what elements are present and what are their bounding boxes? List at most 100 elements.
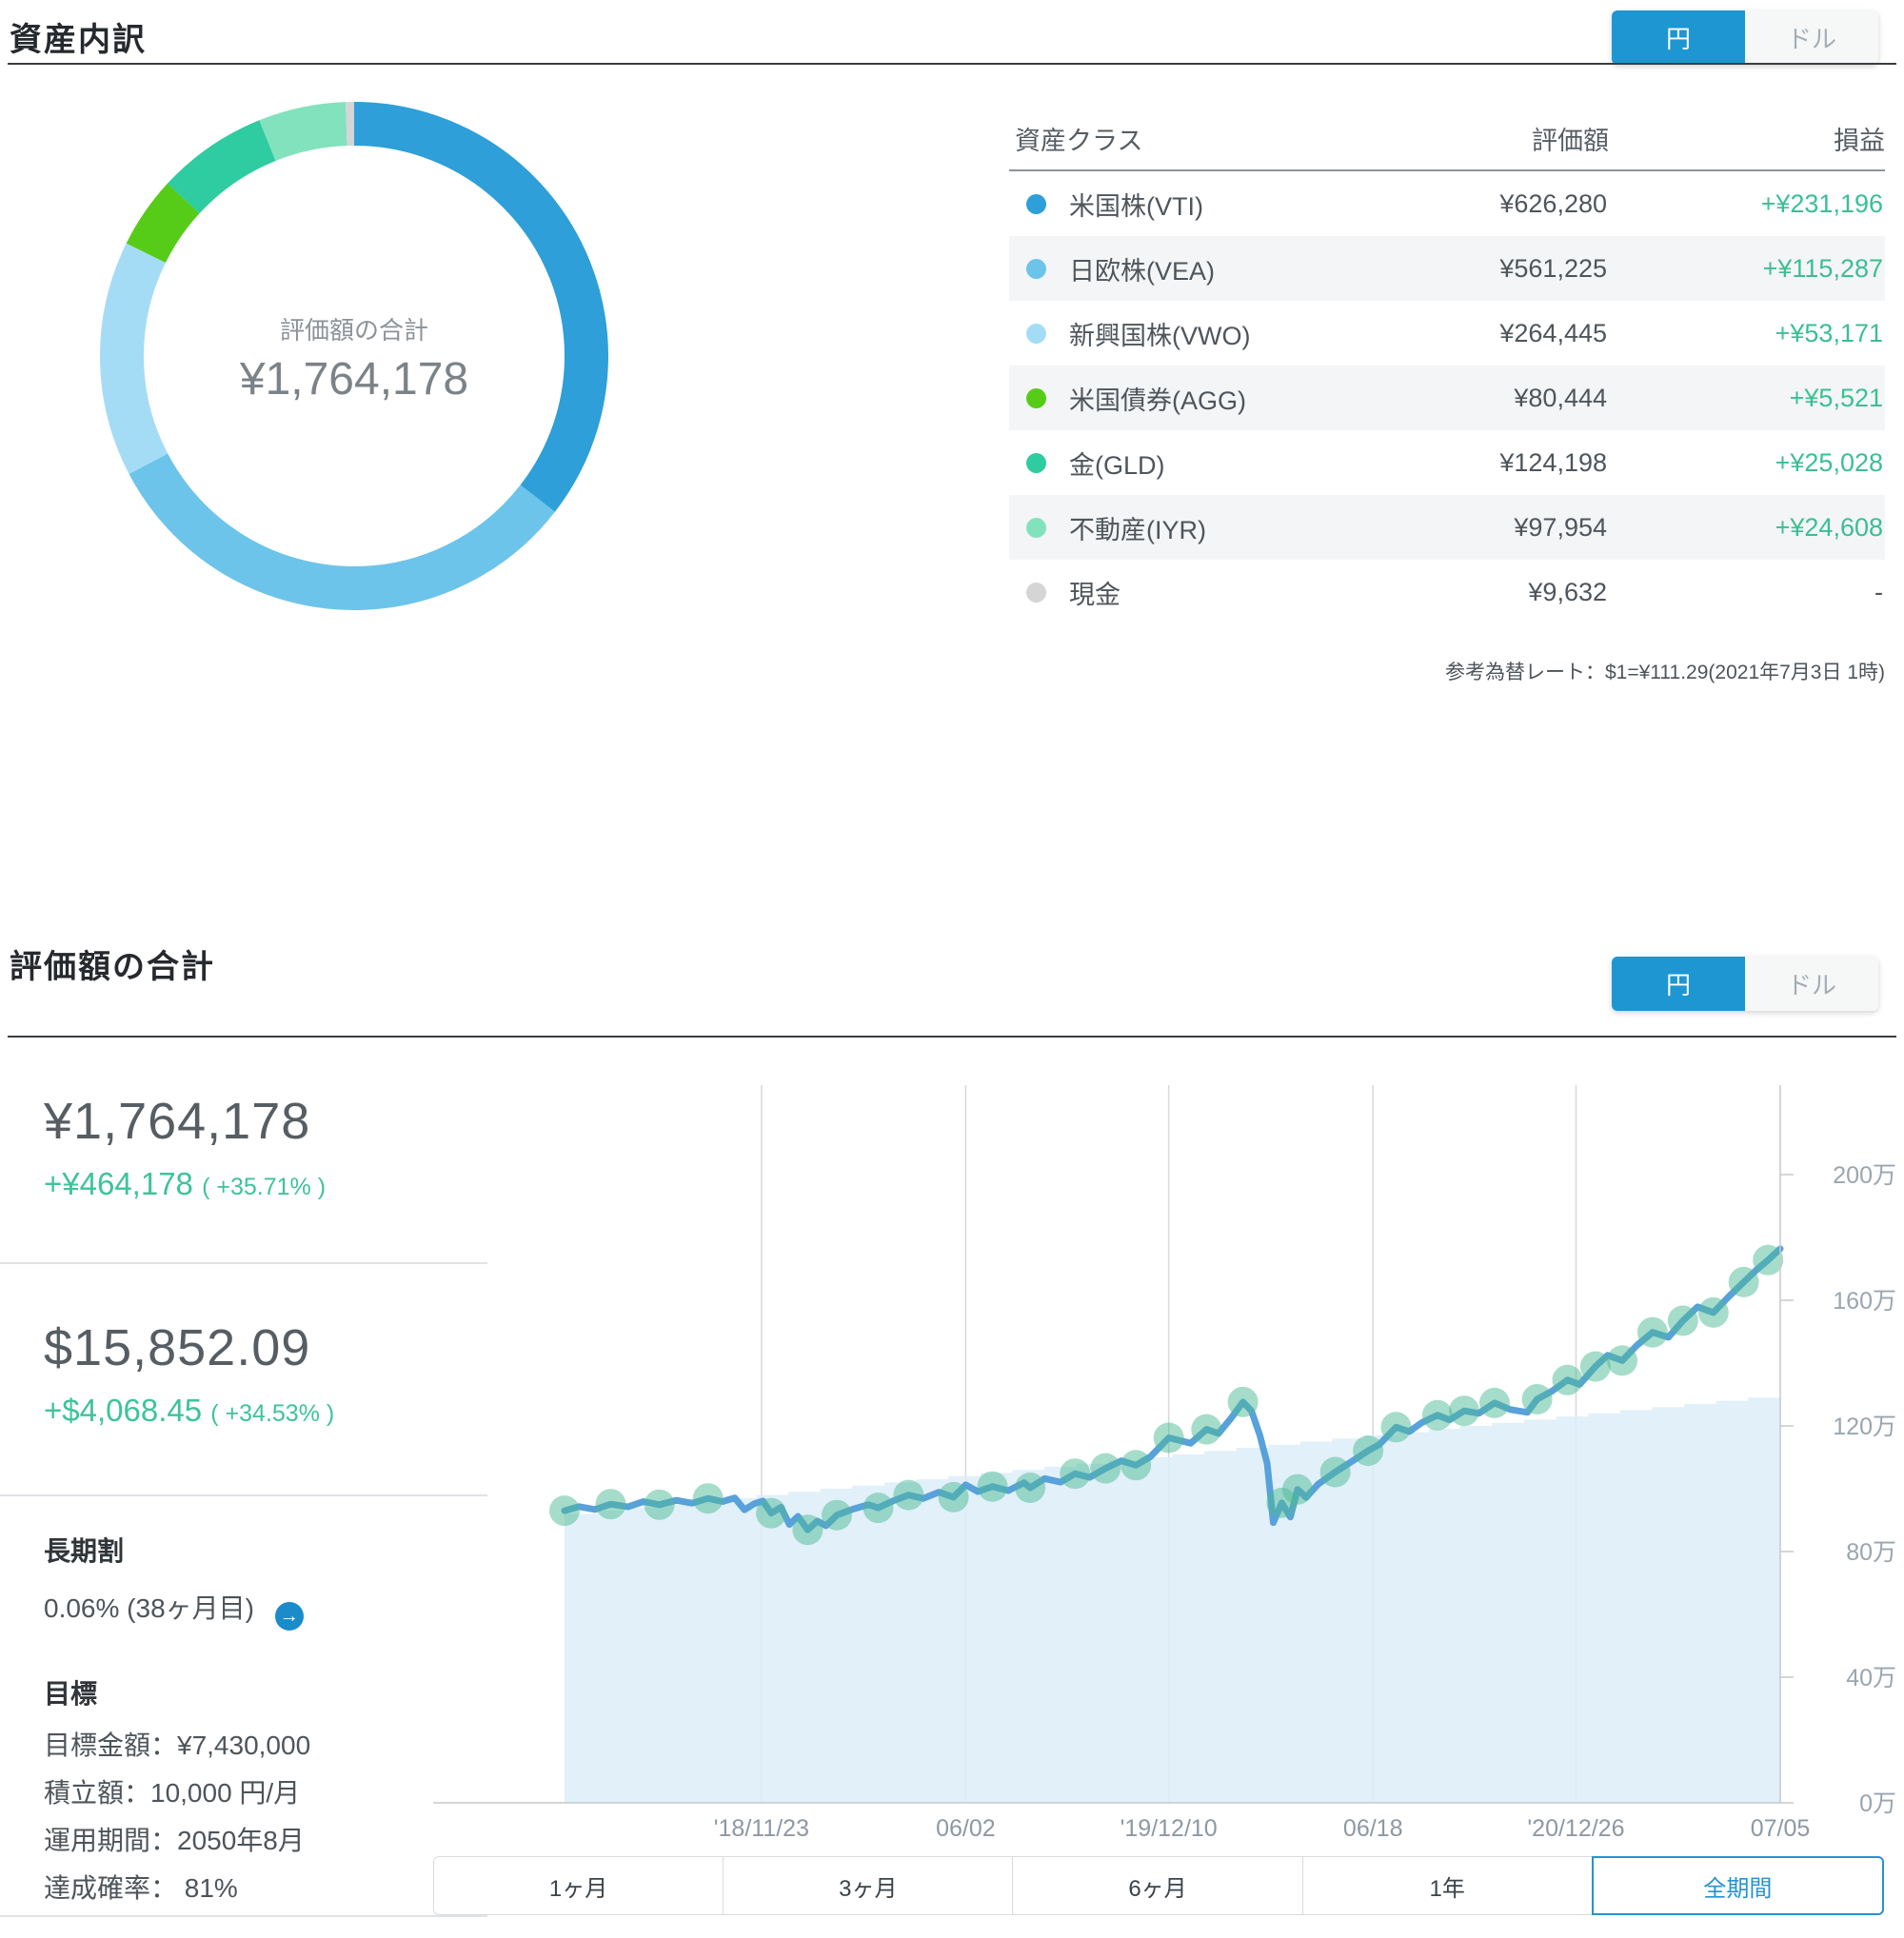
table-row: 日欧株(VEA) ¥561,225 +¥115,287: [1009, 236, 1885, 301]
asset-label-cell: 金(GLD): [1009, 445, 1293, 482]
total-value-usd: $15,852.09: [44, 1319, 311, 1376]
choki-title: 長期割: [44, 1536, 125, 1566]
currency-toggle-assets: 円 ドル: [1612, 10, 1878, 65]
asset-table: 資産クラス 評価額 損益 米国株(VTI) ¥626,280 +¥231,196 日欧…: [1009, 107, 1885, 624]
asset-name: 金(GLD): [1069, 450, 1165, 480]
deposit-dot: [863, 1493, 894, 1524]
asset-value-cell: ¥124,198: [1499, 447, 1607, 477]
header-gain: 損益: [1834, 126, 1885, 155]
asset-table-header: 資産クラス 評価額 損益: [1009, 107, 1885, 169]
deposit-dot: [549, 1495, 580, 1527]
y-tick-label: 0万: [1859, 1790, 1896, 1817]
gain-amount-usd: +$4,068.45: [44, 1393, 203, 1428]
deposit-dot: [977, 1471, 1008, 1502]
dollar-toggle-button[interactable]: ドル: [1745, 10, 1878, 65]
deposit-dot: [1579, 1351, 1611, 1382]
period-button-3ヶ月[interactable]: 3ヶ月: [723, 1856, 1014, 1915]
deposit-dot: [1636, 1316, 1668, 1348]
x-tick-label: '20/12/26: [1527, 1815, 1624, 1842]
asset-name: 現金: [1069, 580, 1121, 609]
panel-divider-3: [0, 1915, 487, 1917]
asset-color-dot-icon: [1026, 193, 1046, 214]
asset-name: 米国債券(AGG): [1069, 386, 1246, 415]
table-row: 米国株(VTI) ¥626,280 +¥231,196: [1009, 171, 1885, 236]
asset-label-cell: 現金: [1009, 574, 1293, 611]
y-tick-label: 80万: [1846, 1539, 1896, 1566]
deposit-dot: [1015, 1473, 1046, 1503]
asset-color-dot-icon: [1026, 387, 1046, 408]
choki-value: 0.06% (38ヶ月目): [44, 1593, 254, 1623]
deposit-dot: [1753, 1244, 1784, 1276]
asset-gain-cell: +¥53,171: [1775, 318, 1883, 347]
period-selector: 1ヶ月 3ヶ月 6ヶ月 1年 全期間: [433, 1856, 1885, 1915]
asset-color-dot-icon: [1026, 582, 1046, 603]
deposit-dot: [1667, 1305, 1698, 1336]
deposit-dot: [1478, 1387, 1510, 1418]
assets-section-title: 資産内訳: [10, 22, 147, 58]
exchange-rate-note: 参考為替レート：$1=¥111.29(2021年7月3日 1時): [1445, 662, 1885, 683]
gain-amount-yen: +¥464,178: [44, 1166, 193, 1201]
panel-divider-2: [0, 1494, 487, 1496]
header-valuation: 評価額: [1532, 126, 1609, 155]
goal-probability: 達成確率： 81%: [44, 1873, 238, 1903]
deposit-dot: [1060, 1458, 1091, 1490]
portfolio-value-chart: 0万 40万 80万 120万 160万 200万 '18/11/23 06/02 '19/12…: [433, 1085, 1896, 1842]
table-row: 米国債券(AGG) ¥80,444 +¥5,521: [1009, 366, 1885, 430]
arrow-right-icon[interactable]: →: [274, 1602, 304, 1631]
asset-color-dot-icon: [1026, 258, 1046, 279]
x-tick-label: '19/12/10: [1121, 1815, 1218, 1842]
x-tick-label: 06/18: [1343, 1815, 1403, 1842]
asset-value-cell: ¥264,445: [1499, 318, 1607, 347]
asset-label-cell: 米国債券(AGG): [1009, 380, 1293, 417]
total-section-title: 評価額の合計: [10, 949, 215, 985]
deposit-dot: [1421, 1399, 1453, 1431]
deposit-dot: [692, 1483, 724, 1514]
asset-gain-cell: +¥24,608: [1775, 512, 1883, 542]
asset-label-cell: 不動産(IYR): [1009, 509, 1293, 546]
period-button-1ヶ月[interactable]: 1ヶ月: [433, 1856, 724, 1915]
asset-name: 不動産(IYR): [1069, 515, 1206, 544]
table-row: 新興国株(VWO) ¥264,445 +¥53,171: [1009, 301, 1885, 366]
header-asset-class: 資産クラス: [1015, 126, 1143, 155]
donut-center-label: 評価額の合計: [280, 316, 428, 345]
asset-label-cell: 米国株(VTI): [1009, 186, 1293, 223]
deposit-dot: [792, 1514, 823, 1546]
deposit-dot: [1697, 1296, 1729, 1328]
asset-value-cell: ¥80,444: [1514, 383, 1607, 412]
deposit-dot: [756, 1497, 787, 1529]
yen-toggle-button-2[interactable]: 円: [1612, 957, 1745, 1011]
period-button-active[interactable]: 全期間: [1591, 1856, 1885, 1915]
asset-gain-cell: -: [1874, 577, 1883, 606]
donut-center-value: ¥1,764,178: [239, 354, 468, 405]
asset-allocation-donut-chart: 評価額の合計 ¥1,764,178: [100, 102, 608, 610]
asset-gain-cell: +¥5,521: [1789, 383, 1883, 412]
deposit-dot: [1728, 1266, 1759, 1297]
period-button-1年[interactable]: 1年: [1301, 1856, 1593, 1915]
asset-color-dot-icon: [1026, 323, 1046, 344]
period-button-6ヶ月[interactable]: 6ヶ月: [1012, 1856, 1303, 1915]
deposit-dot: [893, 1479, 924, 1511]
asset-value-cell: ¥561,225: [1499, 253, 1607, 283]
deposit-dot: [1552, 1364, 1583, 1395]
asset-gain-cell: +¥115,287: [1762, 253, 1883, 283]
deposit-dot: [1380, 1412, 1412, 1443]
asset-name: 日欧株(VEA): [1069, 256, 1216, 286]
asset-value-cell: ¥9,632: [1528, 577, 1607, 606]
deposit-dot: [644, 1489, 675, 1520]
x-tick-label: '18/11/23: [714, 1815, 809, 1842]
dollar-toggle-button-2[interactable]: ドル: [1745, 957, 1878, 1011]
deposit-dot: [1319, 1456, 1351, 1488]
asset-value-cell: ¥97,954: [1514, 512, 1607, 542]
principal-area: [565, 1394, 1780, 1803]
table-row: 現金 ¥9,632 -: [1009, 560, 1885, 624]
goal-monthly-deposit: 積立額：10,000 円/月: [44, 1778, 301, 1808]
y-tick-label: 120万: [1833, 1414, 1896, 1440]
deposit-dot: [1191, 1414, 1222, 1445]
deposit-dot: [1090, 1453, 1121, 1484]
section-divider: [8, 63, 1896, 65]
y-tick-label: 160万: [1833, 1288, 1896, 1315]
deposit-dot: [1607, 1345, 1637, 1376]
yen-toggle-button[interactable]: 円: [1612, 10, 1745, 65]
currency-toggle-total: 円 ドル: [1612, 957, 1878, 1011]
asset-name: 新興国株(VWO): [1069, 321, 1251, 350]
